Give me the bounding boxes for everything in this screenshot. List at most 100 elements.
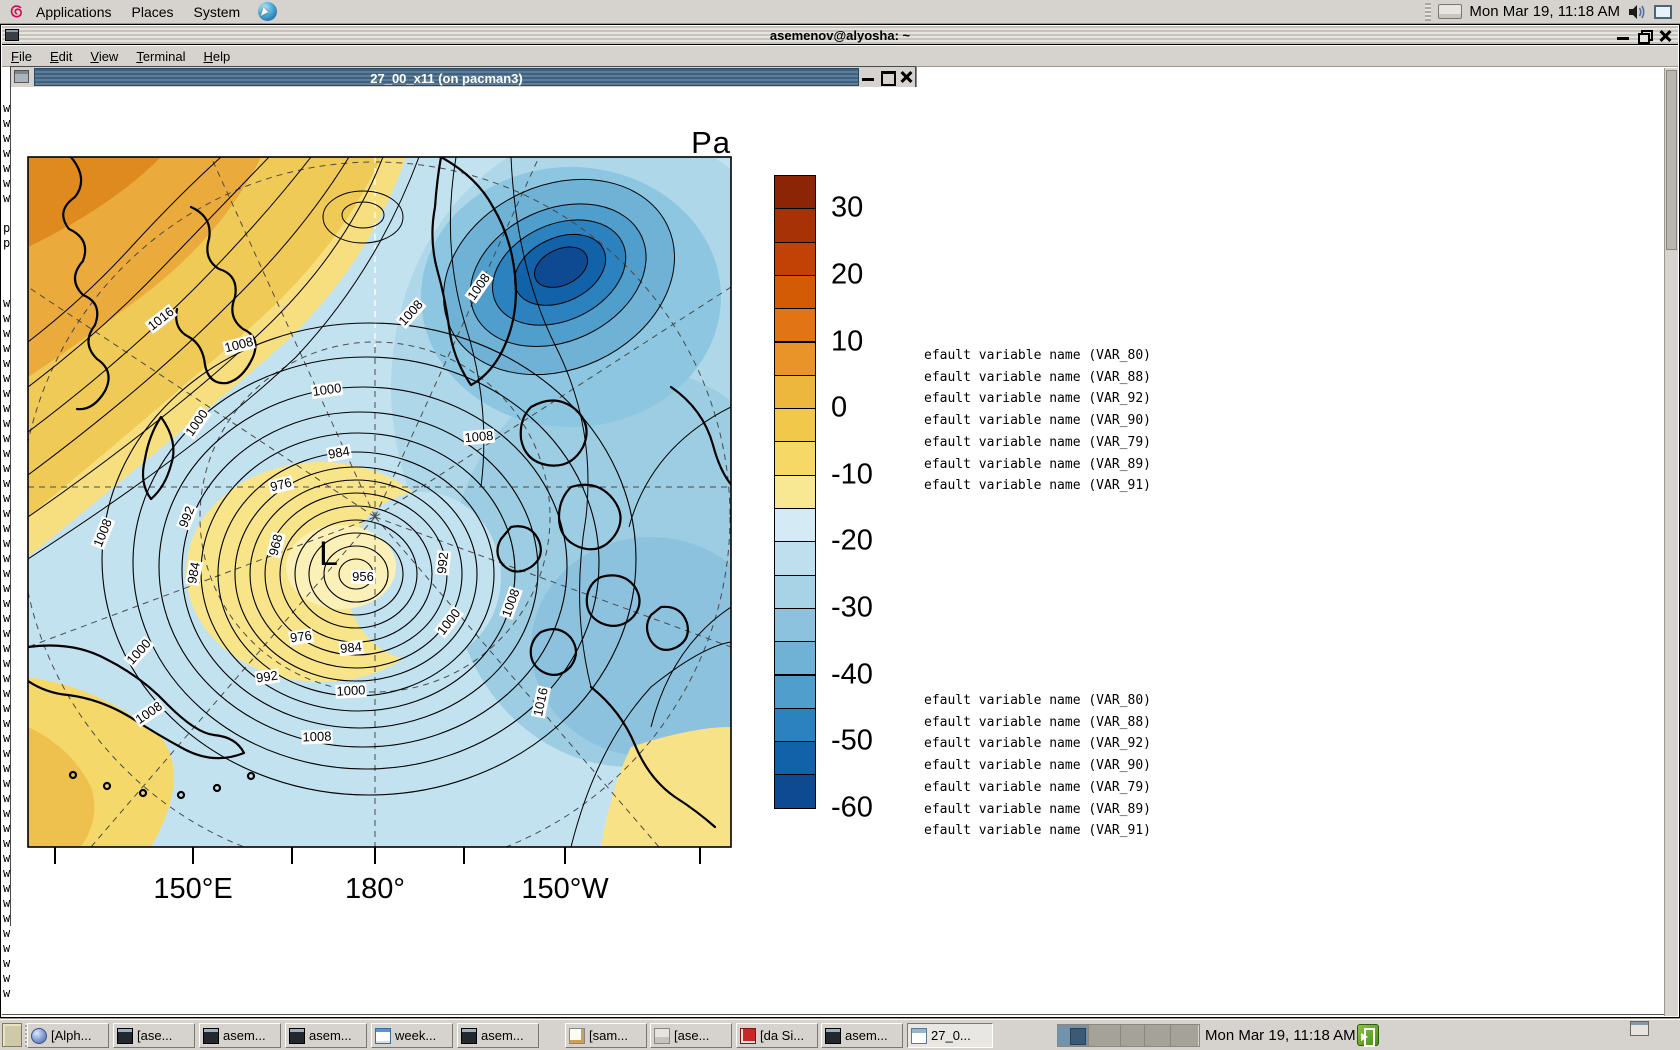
contour-label-1000: 1000 <box>335 683 367 699</box>
colorbar-tick-label: -40 <box>831 658 873 691</box>
show-desktop-button[interactable] <box>2 1023 22 1047</box>
taskbar-button-label: [Alph... <box>51 1028 91 1043</box>
low-pressure-value: 956 <box>351 570 375 584</box>
x-axis-label: 150°W <box>521 873 608 906</box>
minimize-button[interactable] <box>861 70 875 83</box>
panel-menus: ApplicationsPlacesSystem <box>26 0 250 24</box>
panel-menu-places[interactable]: Places <box>122 0 184 24</box>
terminal-menubar: FileEditViewTerminalHelp <box>2 46 1678 67</box>
terminal-title: asemenov@alyosha: ~ <box>2 28 1678 43</box>
terminal-titlebar[interactable]: asemenov@alyosha: ~ <box>2 26 1678 45</box>
taskbar-button-label: asem... <box>845 1028 888 1043</box>
colorbar-swatch <box>774 774 816 808</box>
workspace-5[interactable] <box>1171 1025 1198 1046</box>
panel-menu-applications[interactable]: Applications <box>26 0 122 24</box>
editor-icon <box>569 1028 585 1044</box>
colorbar-tick-label: -10 <box>831 458 873 491</box>
close-button[interactable] <box>899 70 913 83</box>
panel-menu-system[interactable]: System <box>184 0 251 24</box>
colorbar-tick-label: 20 <box>831 258 863 291</box>
taskbar-button-label: asem... <box>223 1028 266 1043</box>
contour-label-1008: 1008 <box>463 429 495 446</box>
keyboard-icon[interactable] <box>1438 4 1462 19</box>
taskbar-button-label: [ase... <box>674 1028 709 1043</box>
taskbar-button-8[interactable]: [da Si... <box>736 1023 818 1048</box>
minimize-button[interactable] <box>1616 29 1630 42</box>
colorbar-tick-label: -50 <box>831 725 873 758</box>
speaker-icon[interactable] <box>1627 3 1647 21</box>
workspace-3[interactable] <box>1121 1025 1145 1046</box>
viewer-icon <box>654 1028 670 1044</box>
x11-titlebar[interactable]: 27_00_x11 (on pacman3) <box>11 67 915 87</box>
taskbar-button-10[interactable]: 27_0... <box>907 1023 993 1048</box>
taskbar-button-6[interactable]: [sam... <box>565 1023 647 1048</box>
taskbar-button-1[interactable]: [ase... <box>113 1023 195 1048</box>
taskbar-button-3[interactable]: asem... <box>285 1023 367 1048</box>
tray-window-icon[interactable] <box>1630 1021 1649 1036</box>
colorbar-swatch <box>774 641 816 675</box>
pdf-icon <box>740 1028 756 1044</box>
pressure-map-canvas: Pa 1016100810001008100810081000984976992… <box>11 87 917 927</box>
colorbar-tick-label: 30 <box>831 192 863 225</box>
colorbar-swatch <box>774 708 816 742</box>
workspace-1-active[interactable] <box>1058 1025 1089 1046</box>
terminal-menu-view[interactable]: View <box>81 49 127 64</box>
colorbar-swatch <box>774 175 816 209</box>
terminal-output-block: efault variable name (VAR_80) efault var… <box>924 690 1151 842</box>
gnome-top-panel: ApplicationsPlacesSystem Mon Mar 19, 11:… <box>0 0 1680 24</box>
contour-label-992: 992 <box>435 550 451 575</box>
taskbar-button-2[interactable]: asem... <box>199 1023 281 1048</box>
maximize-button[interactable] <box>880 70 894 83</box>
colorbar-tick-label: -60 <box>831 791 873 824</box>
terminal-scrollbar[interactable] <box>1664 68 1678 1016</box>
taskbar-button-label: 27_0... <box>931 1028 971 1043</box>
bottom-taskbar: [Alph...[ase...asem...asem...week...asem… <box>0 1019 1680 1050</box>
x11-plot-window: 27_00_x11 (on pacman3) <box>10 66 916 926</box>
taskbar-button-5[interactable]: asem... <box>457 1023 539 1048</box>
document-icon <box>375 1028 391 1044</box>
taskbar-button-0[interactable]: [Alph... <box>27 1023 109 1048</box>
workspace-2[interactable] <box>1089 1025 1121 1046</box>
restore-button[interactable] <box>1637 29 1651 42</box>
terminal-icon <box>825 1028 841 1044</box>
terminal-icon <box>461 1028 477 1044</box>
contour-label-984: 984 <box>338 640 363 656</box>
x11-title: 27_00_x11 (on pacman3) <box>35 71 858 86</box>
panel-clock[interactable]: Mon Mar 19, 11:18 AM <box>1469 3 1620 20</box>
colorbar-tick-label: 10 <box>831 325 863 358</box>
logout-icon[interactable] <box>1357 1024 1379 1046</box>
colorbar-swatch <box>774 541 816 575</box>
colorbar-tick-label: -20 <box>831 525 873 558</box>
low-pressure-marker: L <box>319 535 338 574</box>
colorbar-swatch <box>774 608 816 642</box>
colorbar-swatch <box>774 242 816 276</box>
terminal-icon <box>289 1028 305 1044</box>
taskbar-button-label: asem... <box>309 1028 352 1043</box>
taskbar-button-4[interactable]: week... <box>371 1023 453 1048</box>
colorbar-swatch <box>774 741 816 775</box>
close-button[interactable] <box>1658 29 1672 42</box>
panel-drag-handle[interactable] <box>1425 3 1431 21</box>
colorbar-swatch <box>774 675 816 709</box>
x11-titlebar-bar[interactable]: 27_00_x11 (on pacman3) <box>34 68 859 86</box>
taskbar-clock[interactable]: Mon Mar 19, 11:18 AM -- <box>1205 1027 1370 1044</box>
terminal-icon <box>117 1028 133 1044</box>
taskbar-button-9[interactable]: asem... <box>821 1023 903 1048</box>
taskbar-button-7[interactable]: [ase... <box>650 1023 732 1048</box>
terminal-app-icon <box>5 29 19 41</box>
workspace-switcher[interactable] <box>1057 1024 1200 1047</box>
terminal-menu-help[interactable]: Help <box>194 49 239 64</box>
colorbar-swatch <box>774 575 816 609</box>
display-icon[interactable] <box>1654 5 1672 19</box>
scrollbar-thumb[interactable] <box>1666 70 1677 250</box>
terminal-menu-terminal[interactable]: Terminal <box>127 49 194 64</box>
colorbar-swatch <box>774 375 816 409</box>
terminal-menu-file[interactable]: File <box>2 49 41 64</box>
x-axis-label: 180° <box>345 873 405 906</box>
terminal-menu-edit[interactable]: Edit <box>41 49 81 64</box>
taskbar-button-label: [sam... <box>589 1028 628 1043</box>
sphere-icon <box>31 1028 47 1044</box>
debian-logo-icon[interactable] <box>8 3 26 21</box>
workspace-4[interactable] <box>1145 1025 1171 1046</box>
globe-launcher-icon[interactable] <box>258 2 277 21</box>
